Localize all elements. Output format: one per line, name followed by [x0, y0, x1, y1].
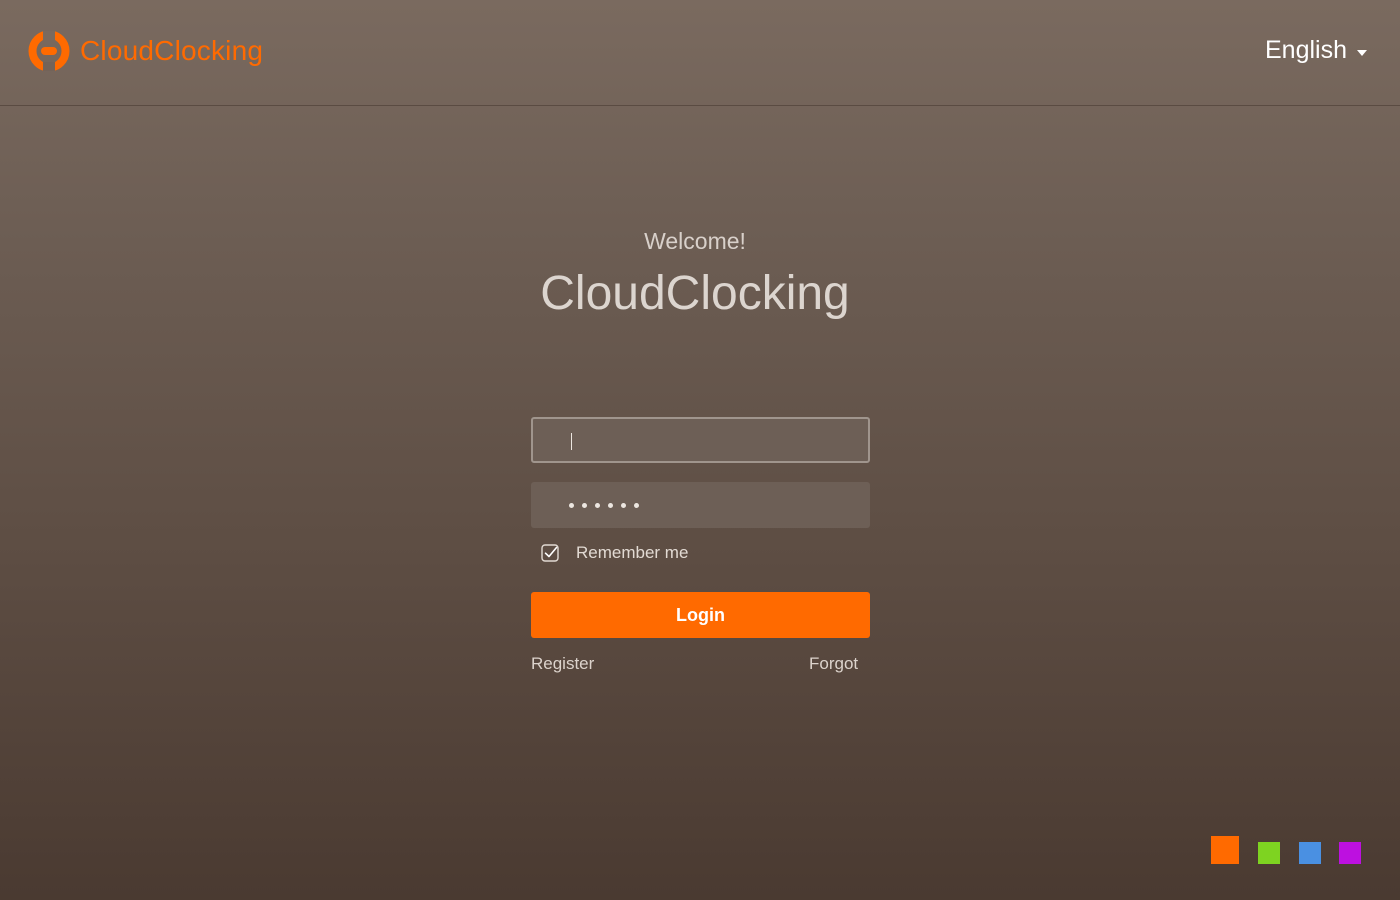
theme-swatch-blue[interactable] [1299, 842, 1321, 864]
password-dot [608, 502, 613, 508]
theme-swatch-green[interactable] [1258, 842, 1280, 864]
brand-logo-icon [28, 31, 70, 71]
welcome-text: Welcome! [644, 228, 746, 254]
username-input[interactable] [533, 419, 868, 461]
theme-swatch-purple[interactable] [1339, 842, 1361, 864]
checkbox-checked-icon[interactable] [541, 544, 559, 562]
password-dot [582, 502, 587, 508]
register-link[interactable]: Register [531, 654, 594, 674]
text-cursor [571, 433, 572, 450]
remember-me[interactable]: Remember me [541, 543, 688, 563]
brand-name: CloudClocking [80, 35, 264, 66]
theme-swatch-orange[interactable] [1211, 836, 1239, 864]
password-dot [569, 502, 574, 508]
username-field[interactable] [531, 417, 870, 463]
password-field[interactable] [531, 482, 870, 528]
brand[interactable]: CloudClocking [28, 31, 263, 71]
language-selector[interactable]: English [1265, 36, 1367, 65]
language-label: English [1265, 36, 1347, 64]
password-dot [634, 502, 639, 508]
password-dot [595, 502, 600, 508]
password-dot [621, 502, 626, 508]
top-header: CloudClocking English [0, 0, 1400, 106]
caret-down-icon [1357, 49, 1367, 56]
login-button[interactable]: Login [531, 592, 870, 638]
forgot-link[interactable]: Forgot [809, 654, 858, 674]
app-title: CloudClocking [540, 267, 850, 320]
remember-label: Remember me [576, 543, 689, 562]
password-mask [569, 483, 639, 527]
